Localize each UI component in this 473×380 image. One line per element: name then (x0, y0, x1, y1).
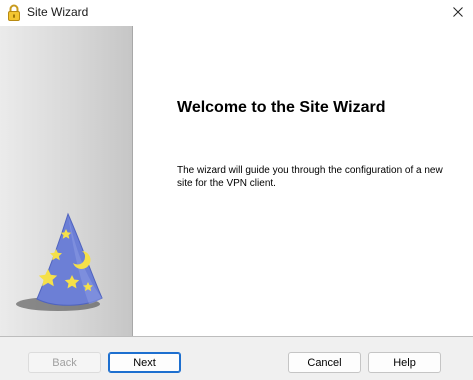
padlock-icon (8, 4, 20, 21)
close-button[interactable] (443, 0, 473, 24)
wizard-side-panel (0, 26, 133, 336)
page-description: The wizard will guide you through the co… (177, 165, 443, 189)
site-wizard-window: Site Wizard Welcome to the Site Wizard T… (0, 0, 473, 380)
next-button[interactable]: Next (108, 352, 181, 373)
help-button[interactable]: Help (368, 352, 441, 373)
wizard-content: Welcome to the Site Wizard The wizard wi… (134, 26, 473, 336)
button-bar: Back Next Cancel Help (0, 337, 473, 380)
cancel-button[interactable]: Cancel (288, 352, 361, 373)
title-bar: Site Wizard (0, 0, 473, 26)
page-title: Welcome to the Site Wizard (177, 99, 386, 116)
close-icon (453, 7, 463, 17)
window-title: Site Wizard (27, 5, 89, 19)
back-button[interactable]: Back (28, 352, 101, 373)
wizard-hat-icon (16, 212, 103, 311)
